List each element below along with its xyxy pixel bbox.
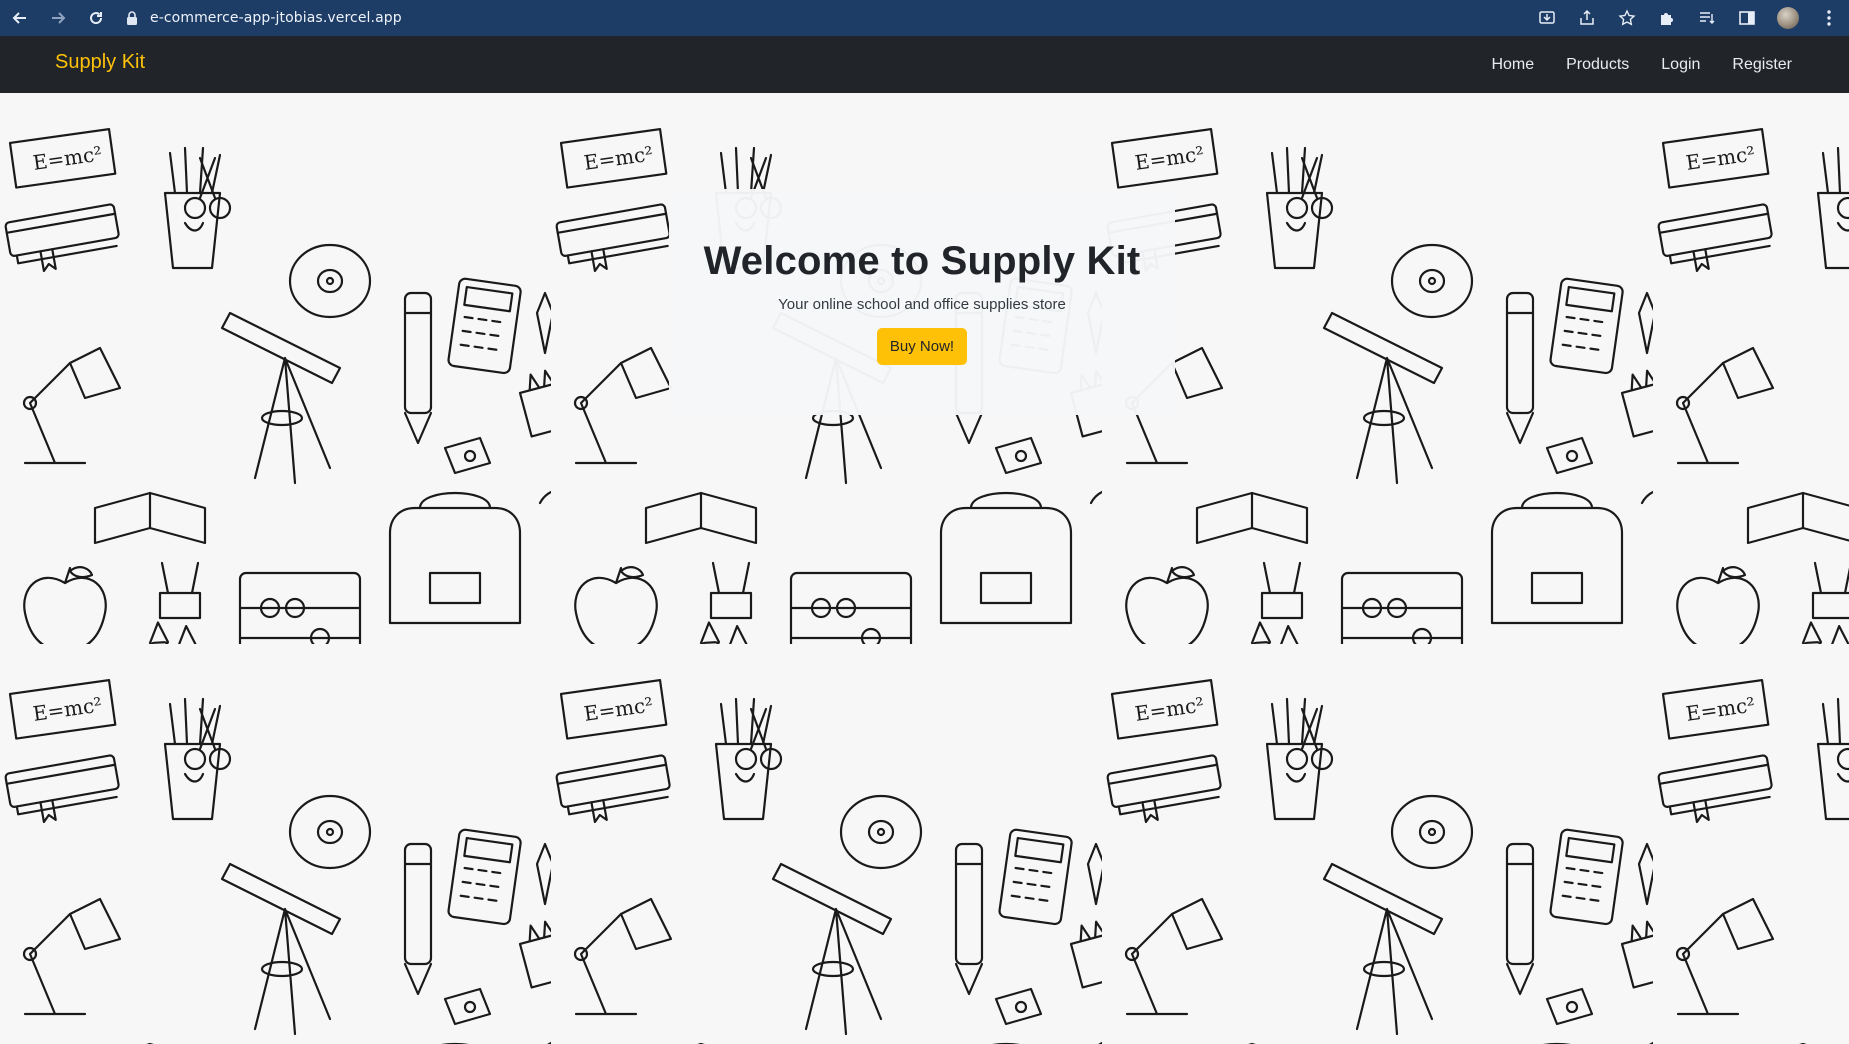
welcome-card: Welcome to Supply Kit Your online school… [669, 189, 1175, 415]
nav-link-register[interactable]: Register [1732, 56, 1792, 74]
extensions-icon[interactable] [1657, 8, 1677, 28]
nav-link-login[interactable]: Login [1661, 56, 1700, 74]
back-arrow-icon[interactable] [8, 6, 32, 30]
reading-list-icon[interactable] [1697, 8, 1717, 28]
nav-link-products[interactable]: Products [1566, 56, 1629, 74]
brand-logo-link[interactable]: Supply Kit [55, 51, 145, 74]
more-menu-icon[interactable] [1819, 8, 1839, 28]
address-bar[interactable]: e-commerce-app-jtobias.vercel.app [126, 4, 402, 32]
hero-section: E=mc² [0, 93, 1849, 1044]
share-icon[interactable] [1577, 8, 1597, 28]
url-text[interactable]: e-commerce-app-jtobias.vercel.app [150, 10, 402, 26]
bookmark-star-icon[interactable] [1617, 8, 1637, 28]
side-panel-icon[interactable] [1737, 8, 1757, 28]
nav-link-home[interactable]: Home [1491, 56, 1534, 74]
reload-icon[interactable] [84, 6, 108, 30]
browser-toolbar: e-commerce-app-jtobias.vercel.app [0, 0, 1849, 36]
hero-subtitle: Your online school and office supplies s… [778, 296, 1066, 313]
profile-avatar[interactable] [1777, 7, 1799, 29]
hero-title: Welcome to Supply Kit [703, 239, 1141, 283]
install-icon[interactable] [1537, 8, 1557, 28]
forward-arrow-icon[interactable] [46, 6, 70, 30]
nav-links: Home Products Login Register [1491, 36, 1792, 93]
buy-now-button[interactable]: Buy Now! [876, 328, 968, 365]
lock-icon[interactable] [126, 11, 140, 25]
site-navbar: Supply Kit Home Products Login Register [0, 36, 1849, 93]
